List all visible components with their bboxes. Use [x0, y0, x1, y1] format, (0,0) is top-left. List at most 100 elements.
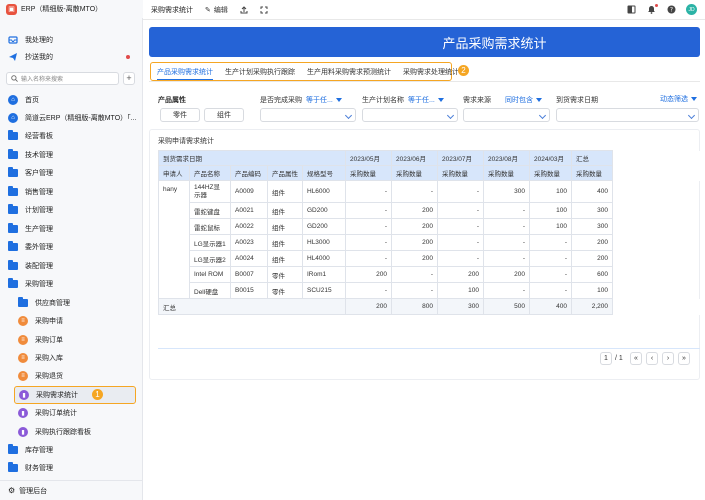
- table-cell: 600: [571, 266, 614, 283]
- completed-filter[interactable]: 是否完成采购 等于任...: [260, 95, 342, 105]
- column-header: 采购数量: [483, 165, 531, 181]
- sidebar-item-label: 采购管理: [25, 281, 53, 288]
- page-banner: 产品采购需求统计: [149, 27, 700, 57]
- table-cell: -: [345, 218, 393, 235]
- banner-title: 产品采购需求统计: [442, 35, 547, 51]
- sidebar-item-purchase-order[interactable]: ≡ 采购订单: [0, 331, 142, 349]
- dynamic-filter-button[interactable]: 动态筛选: [660, 94, 697, 104]
- table-cell: B0015: [230, 282, 268, 299]
- total-label-cell: 汇总: [157, 298, 347, 315]
- sidebar-item-customer[interactable]: 客户管理: [0, 164, 142, 182]
- report-icon: ▮: [19, 390, 29, 400]
- sidebar-item-plan[interactable]: 计划管理: [0, 201, 142, 219]
- sidebar-item-label: 采购申请: [35, 318, 63, 325]
- next-page-button[interactable]: ›: [662, 352, 674, 365]
- sidebar-item-purchase-return[interactable]: ≡ 采购退货: [0, 367, 142, 385]
- total-header-cell: 汇总: [571, 150, 614, 166]
- sidebar-item-supplier[interactable]: 供应商管理: [0, 294, 142, 312]
- fullscreen-button[interactable]: [260, 6, 268, 14]
- table-cell: A0009: [230, 180, 268, 203]
- sidebar-item-sales[interactable]: 销售管理: [0, 183, 142, 201]
- add-button[interactable]: +: [123, 72, 135, 85]
- table-cell: 300: [483, 180, 531, 203]
- sidebar-item-handled[interactable]: 我处理的: [0, 31, 142, 49]
- tab-demand-processing[interactable]: 采购需求处理统计: [397, 63, 465, 80]
- completed-select[interactable]: [260, 108, 356, 122]
- last-page-button[interactable]: »: [678, 352, 690, 365]
- sidebar-item-purchase-demand-stats[interactable]: ▮ 采购需求统计: [14, 386, 136, 404]
- app-header[interactable]: ▣ ERP（精细版-离散MTO）: [0, 0, 143, 18]
- tab-product-purchase-demand[interactable]: 产品采购需求统计: [151, 63, 219, 80]
- sidebar-item-dashboard[interactable]: 经营看板: [0, 127, 142, 145]
- table-cell: 100: [529, 180, 573, 203]
- sidebar-item-purchase[interactable]: 采购管理: [0, 275, 142, 293]
- sidebar-item-cc[interactable]: 抄送我的: [0, 48, 142, 66]
- sidebar-item-order-stats[interactable]: ▮ 采购订单统计: [0, 404, 142, 422]
- sidebar-item-tech[interactable]: 技术管理: [0, 146, 142, 164]
- sidebar-item-outsource[interactable]: 委外管理: [0, 238, 142, 256]
- tab-material-demand-forecast[interactable]: 生产用料采购需求预测统计: [301, 63, 397, 80]
- edit-button[interactable]: ✎ 编辑: [205, 5, 228, 15]
- sidebar-item-label: 采购入库: [35, 355, 63, 362]
- notification-dot: [655, 3, 658, 7]
- bell-icon[interactable]: [646, 3, 658, 15]
- source-filter[interactable]: 需求来源 同时包含: [463, 95, 542, 105]
- table-cell: 组件: [267, 218, 303, 235]
- sidebar-item-label: 首页: [25, 97, 39, 104]
- folder-icon: [8, 444, 18, 455]
- sidebar-item-jdy-erp[interactable]: ⌂ 简道云ERP（精细版-离散MTO）「...: [0, 109, 142, 127]
- plan-name-filter[interactable]: 生产计划名称 等于任...: [362, 95, 444, 105]
- table-cell: 200: [345, 266, 393, 283]
- table-cell: -: [437, 234, 485, 251]
- empty-cell: [612, 165, 701, 181]
- folder-icon: [8, 130, 18, 141]
- page-input[interactable]: 1: [600, 352, 612, 365]
- double-chevron-right-icon: »: [682, 355, 686, 362]
- form-icon: ≡: [18, 371, 28, 381]
- prev-page-button[interactable]: ‹: [646, 352, 658, 365]
- sidebar-item-assembly[interactable]: 装配管理: [0, 257, 142, 275]
- table-cell: 200: [437, 266, 485, 283]
- table-title: 采购申请需求统计: [158, 138, 214, 145]
- first-page-button[interactable]: «: [630, 352, 642, 365]
- admin-console-link[interactable]: ⚙ 管理后台: [0, 480, 142, 500]
- table-cell: -: [345, 282, 393, 299]
- table-cell: -: [483, 250, 531, 267]
- table-row: LG显示器2 A0024 组件 HL4000 - 200 - - - 200: [159, 250, 701, 267]
- table-cell: 雷蛇键盘: [189, 202, 231, 219]
- total-cell: 300: [437, 298, 485, 315]
- table-cell: SCU215: [301, 282, 347, 299]
- month-header-cell: 2023/08月: [483, 150, 531, 166]
- plan-name-select[interactable]: [362, 108, 458, 122]
- tab-plan-purchase-tracking[interactable]: 生产计划采购执行跟踪: [219, 63, 301, 80]
- double-chevron-left-icon: «: [634, 355, 638, 362]
- sidebar-item-home[interactable]: ⌂ 首页: [0, 91, 142, 109]
- table-cell: -: [391, 266, 439, 283]
- sidebar-item-execution-board[interactable]: ▮ 采购执行跟踪看板: [0, 423, 142, 441]
- sidebar-item-label: 生产管理: [25, 226, 53, 233]
- layout-icon[interactable]: [626, 5, 636, 15]
- sidebar-item-purchase-inbound[interactable]: ≡ 采购入库: [0, 349, 142, 367]
- date-select[interactable]: [556, 108, 699, 122]
- sidebar-item-production[interactable]: 生产管理: [0, 220, 142, 238]
- empty-cell: [612, 298, 701, 315]
- table-cell: A0023: [230, 234, 268, 251]
- attr-option-part[interactable]: 零件: [160, 108, 200, 122]
- sidebar-item-finance[interactable]: 财务管理: [0, 459, 142, 477]
- chevron-left-icon: ‹: [650, 355, 654, 362]
- page-title: 采购需求统计: [151, 6, 193, 14]
- empty-cell: [613, 219, 701, 235]
- share-button[interactable]: [240, 5, 248, 14]
- sidebar-item-purchase-request[interactable]: ≡ 采购申请: [0, 312, 142, 330]
- sidebar-item-label: 计划管理: [25, 207, 53, 214]
- sidebar-search-input[interactable]: 输入名称来搜索: [6, 72, 119, 85]
- sidebar-item-inventory[interactable]: 库存管理: [0, 441, 142, 459]
- source-label: 需求来源: [463, 97, 491, 104]
- help-icon[interactable]: ?: [666, 5, 676, 15]
- date-label: 到货需求日期: [556, 97, 598, 104]
- avatar[interactable]: JD: [686, 4, 697, 15]
- source-select[interactable]: [463, 108, 550, 122]
- svg-text:?: ?: [669, 7, 672, 14]
- date-filter: 到货需求日期: [556, 95, 598, 105]
- attr-option-component[interactable]: 组件: [204, 108, 244, 122]
